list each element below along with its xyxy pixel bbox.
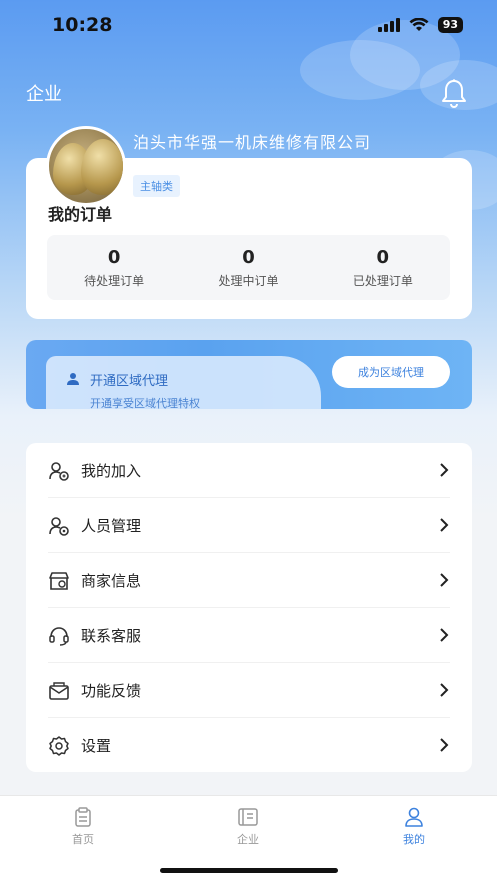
agent-subtitle: 开通享受区域代理特权 bbox=[90, 397, 200, 409]
tab-mine[interactable]: 我的 bbox=[374, 806, 454, 847]
menu-item-staff[interactable]: 人员管理 bbox=[26, 498, 472, 553]
agent-banner[interactable]: 开通区域代理 开通享受区域代理特权 成为区域代理 bbox=[26, 340, 472, 409]
tab-home[interactable]: 首页 bbox=[43, 806, 123, 847]
chevron-right-icon bbox=[440, 573, 449, 587]
headset-icon bbox=[49, 627, 69, 646]
status-icons: 93 bbox=[377, 17, 463, 33]
menu-item-my-join[interactable]: 我的加入 bbox=[26, 443, 472, 498]
chevron-right-icon bbox=[440, 628, 449, 642]
agent-user-icon bbox=[67, 373, 79, 385]
agent-panel: 开通区域代理 开通享受区域代理特权 bbox=[46, 356, 321, 409]
avatar[interactable] bbox=[46, 126, 126, 206]
menu-label: 商家信息 bbox=[81, 572, 142, 590]
chevron-right-icon bbox=[440, 738, 449, 752]
signal-icon bbox=[377, 18, 400, 32]
menu-label: 人员管理 bbox=[81, 517, 142, 535]
tab-enterprise[interactable]: 企业 bbox=[208, 806, 288, 847]
company-name: 泊头市华强一机床维修有限公司 bbox=[133, 133, 372, 152]
tab-label: 企业 bbox=[237, 833, 259, 846]
agent-title: 开通区域代理 bbox=[90, 374, 169, 389]
wifi-icon bbox=[409, 18, 429, 31]
stat-label: 处理中订单 bbox=[218, 274, 279, 288]
stat-count: 0 bbox=[242, 247, 255, 268]
home-indicator bbox=[160, 868, 338, 873]
bell-icon[interactable] bbox=[440, 78, 468, 108]
menu-label: 功能反馈 bbox=[81, 682, 142, 700]
stat-count: 0 bbox=[107, 247, 121, 268]
user-manage-icon bbox=[49, 517, 69, 536]
menu-list: 我的加入 人员管理 商家信息 联系客服 功能反馈 设置 bbox=[26, 443, 472, 772]
chevron-right-icon bbox=[440, 463, 449, 477]
stat-processed[interactable]: 0 已处理订单 bbox=[316, 235, 450, 300]
profile-icon bbox=[405, 807, 423, 827]
shop-icon bbox=[49, 572, 69, 590]
stat-count: 0 bbox=[376, 247, 390, 268]
become-agent-button[interactable]: 成为区域代理 bbox=[332, 356, 450, 388]
menu-item-support[interactable]: 联系客服 bbox=[26, 608, 472, 663]
stat-label: 待处理订单 bbox=[84, 274, 145, 288]
page-title: 企业 bbox=[26, 84, 62, 105]
stat-pending[interactable]: 0 待处理订单 bbox=[47, 235, 181, 300]
home-icon bbox=[75, 807, 91, 827]
order-stats: 0 待处理订单 0 处理中订单 0 已处理订单 bbox=[47, 235, 450, 300]
status-time: 10:28 bbox=[52, 14, 113, 36]
category-tag: 主轴类 bbox=[133, 175, 180, 197]
menu-item-merchant[interactable]: 商家信息 bbox=[26, 553, 472, 608]
stat-label: 已处理订单 bbox=[352, 274, 413, 288]
battery-indicator: 93 bbox=[437, 17, 463, 33]
gear-icon bbox=[49, 736, 69, 756]
chevron-right-icon bbox=[440, 518, 449, 532]
chevron-right-icon bbox=[440, 683, 449, 697]
menu-item-feedback[interactable]: 功能反馈 bbox=[26, 663, 472, 718]
feedback-icon bbox=[49, 682, 69, 700]
menu-label: 我的加入 bbox=[81, 462, 142, 480]
tab-label: 我的 bbox=[403, 833, 425, 846]
menu-label: 联系客服 bbox=[81, 627, 142, 645]
menu-item-settings[interactable]: 设置 bbox=[26, 718, 472, 773]
stat-processing[interactable]: 0 处理中订单 bbox=[181, 235, 315, 300]
tab-label: 首页 bbox=[72, 833, 94, 846]
menu-label: 设置 bbox=[81, 737, 112, 755]
user-join-icon bbox=[49, 462, 69, 481]
enterprise-icon bbox=[238, 808, 258, 826]
